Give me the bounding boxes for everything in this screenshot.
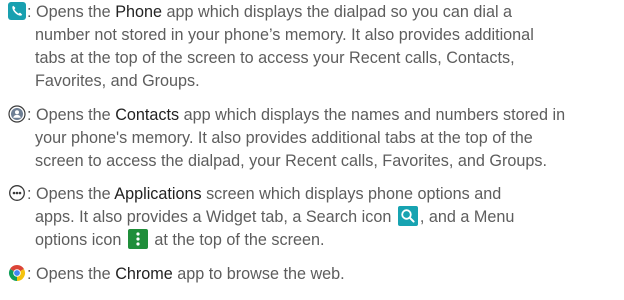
phone-app-name: Phone: [115, 3, 162, 21]
applications-entry-text: screen which displays phone options and: [201, 185, 502, 203]
applications-entry-text: options icon: [35, 231, 126, 249]
search-icon: [397, 206, 418, 226]
phone-entry-line-2: number not stored in your phone’s memory…: [35, 26, 534, 44]
applications-entry-line-2: apps. It also provides a Widget tab, a S…: [8, 206, 620, 229]
phone-entry-line-1: : Opens the Phone app which displays the…: [8, 1, 620, 24]
contacts-entry-line-1: : Opens the Contacts app which displays …: [8, 104, 620, 127]
applications-entry-line-3: options icon at the top of the screen.: [8, 229, 620, 252]
chrome-icon: [8, 264, 26, 281]
applications-entry-text: : Opens the: [27, 185, 115, 203]
chrome-app-name: Chrome: [115, 265, 173, 283]
phone-icon: [8, 2, 26, 20]
applications-entry-text: , and a Menu: [419, 208, 515, 226]
contacts-icon: [8, 105, 26, 123]
chrome-entry-text: : Opens the: [27, 265, 116, 283]
phone-entry: : Opens the Phone app which displays the…: [8, 1, 620, 93]
contacts-app-name: Contacts: [115, 106, 180, 124]
contacts-entry: : Opens the Contacts app which displays …: [8, 104, 620, 173]
phone-entry-text: : Opens the: [27, 3, 116, 21]
document-page: : Opens the Phone app which displays the…: [0, 0, 624, 300]
applications-app-name: Applications: [114, 185, 202, 203]
phone-entry-line-3: tabs at the top of the screen to access …: [35, 49, 515, 67]
chrome-entry-text: app to browse the web.: [172, 265, 345, 283]
applications-entry-line-1: : Opens the Applications screen which di…: [8, 183, 620, 206]
apps-icon: [9, 185, 25, 201]
applications-entry: : Opens the Applications screen which di…: [8, 183, 620, 252]
menu-icon: [127, 229, 148, 249]
contacts-entry-line-3: screen to access the dialpad, your Recen…: [35, 152, 547, 170]
phone-entry-text: app which displays the dialpad so you ca…: [162, 3, 513, 21]
chrome-entry: : Opens the Chrome app to browse the web…: [8, 263, 620, 286]
phone-entry-line-4: Favorites, and Groups.: [35, 72, 200, 90]
contacts-entry-text: app which displays the names and numbers…: [179, 106, 566, 124]
contacts-entry-text: : Opens the: [27, 106, 116, 124]
contacts-entry-line-2: your phone's memory. It also provides ad…: [35, 129, 533, 147]
applications-entry-text: at the top of the screen.: [149, 231, 325, 249]
chrome-entry-line-1: : Opens the Chrome app to browse the web…: [8, 263, 620, 286]
applications-entry-text: apps. It also provides a Widget tab, a S…: [35, 208, 396, 226]
